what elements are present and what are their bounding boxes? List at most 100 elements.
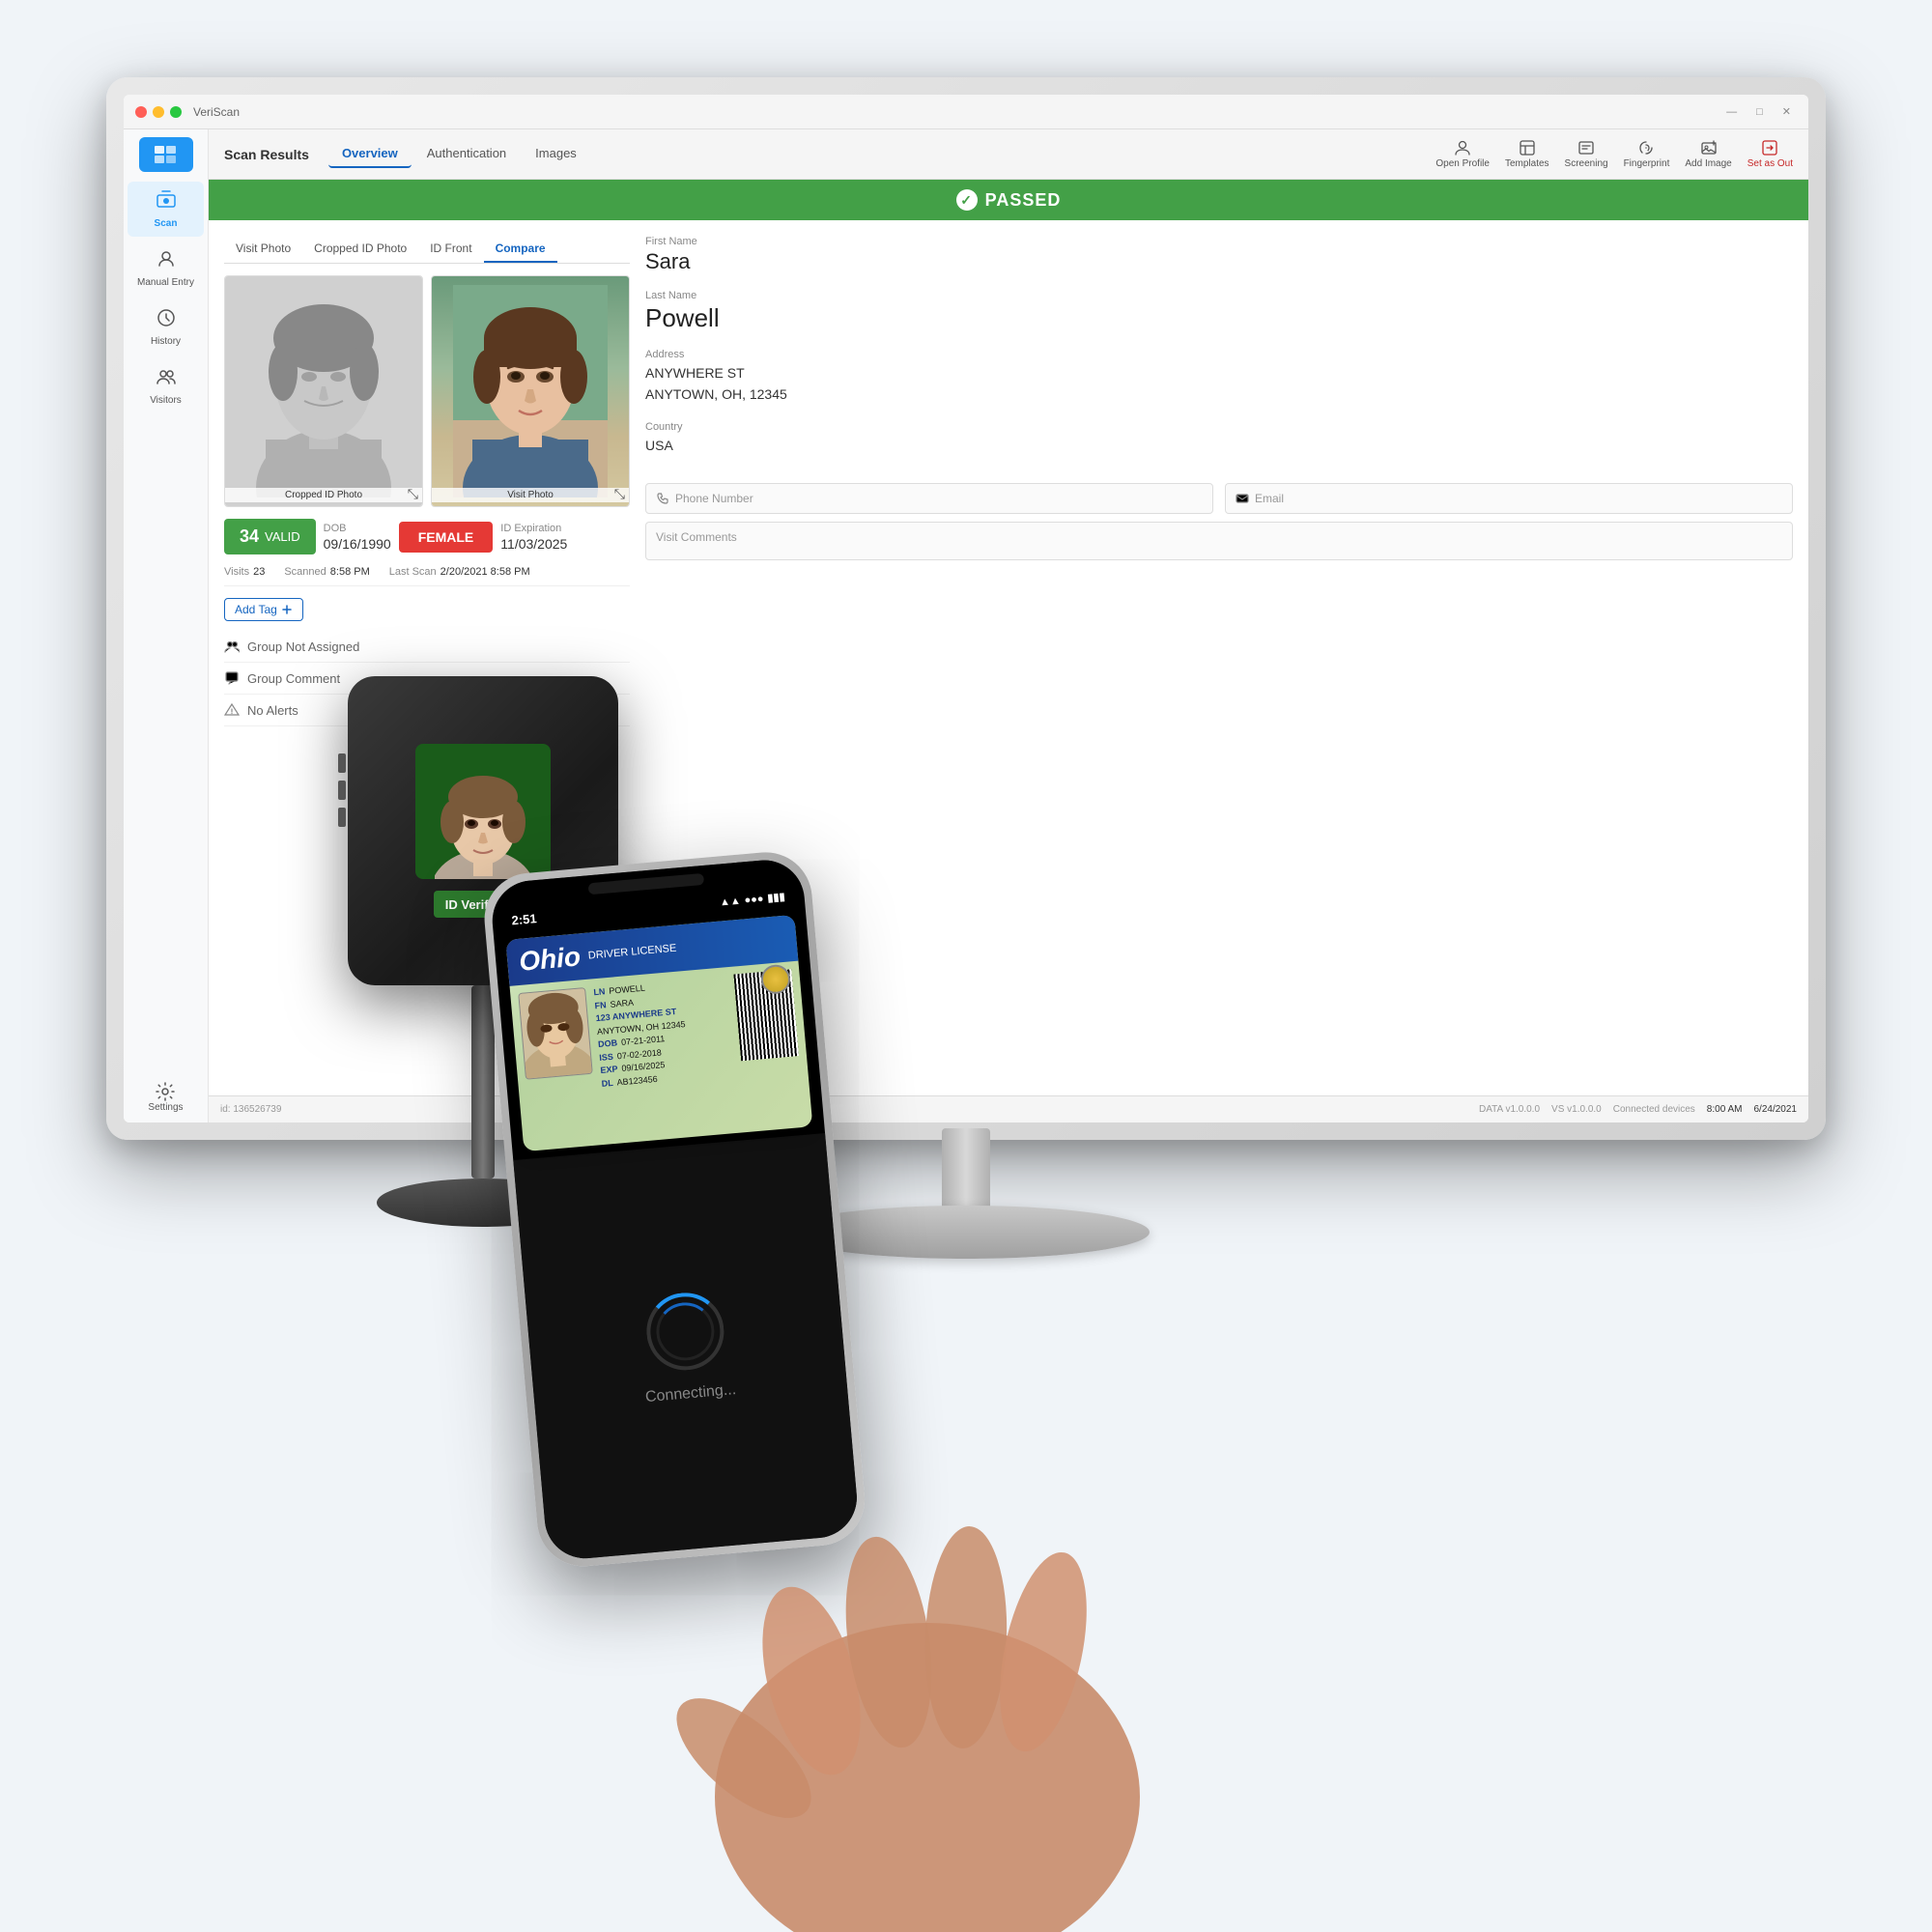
scanned-stat: Scanned 8:58 PM (284, 566, 369, 578)
photo-tab-visit[interactable]: Visit Photo (224, 236, 302, 263)
logo-icon (153, 144, 180, 165)
connecting-animation (643, 1290, 727, 1374)
add-image-label: Add Image (1685, 158, 1731, 169)
photo-tab-compare[interactable]: Compare (484, 236, 557, 263)
last-name-label: Last Name (645, 290, 1793, 301)
sidebar-logo (139, 137, 193, 172)
score-status: VALID (265, 529, 300, 544)
kiosk-stand-neck (471, 985, 495, 1179)
open-profile-action[interactable]: Open Profile (1435, 139, 1490, 169)
kiosk-face-svg (435, 768, 531, 879)
address-section: Address ANYWHERE ST ANYTOWN, OH, 12345 (645, 349, 1793, 406)
sidebar-item-scan[interactable]: Scan (128, 182, 204, 237)
sidebar-item-scan-label: Scan (155, 218, 178, 229)
sidebar-item-history-label: History (151, 336, 181, 347)
scanned-label: Scanned (284, 566, 326, 578)
tab-overview[interactable]: Overview (328, 140, 412, 168)
signal-icon: ●●● (744, 893, 764, 906)
history-icon (156, 307, 177, 334)
connected-devices: Connected devices (1613, 1104, 1695, 1115)
sidebar-item-manual-label: Manual Entry (137, 277, 194, 288)
passed-text: PASSED (985, 190, 1062, 211)
set-as-out-action[interactable]: Set as Out (1747, 139, 1793, 169)
expand-id-photo-icon[interactable]: ⤡ (408, 486, 418, 502)
sidebar-item-history[interactable]: History (128, 299, 204, 355)
maximize-ctrl[interactable]: □ (1750, 104, 1769, 120)
toolbar-actions: Open Profile Templates Screening (1435, 139, 1793, 169)
expiry-section: ID Expiration 11/03/2025 (500, 523, 567, 552)
set-as-out-label: Set as Out (1747, 158, 1793, 169)
visit-face-svg (453, 285, 608, 497)
sidebar-settings[interactable]: Settings (148, 1081, 183, 1113)
minimize-button[interactable] (153, 106, 164, 118)
manual-entry-icon (156, 248, 177, 275)
dl-photo (518, 987, 593, 1080)
add-tag-label: Add Tag (235, 603, 277, 616)
tab-images[interactable]: Images (522, 140, 590, 168)
country-section: Country USA (645, 421, 1793, 456)
close-ctrl[interactable]: ✕ (1776, 103, 1797, 120)
sidebar-item-manual-entry[interactable]: Manual Entry (128, 241, 204, 296)
dl-info: LNPOWELL FNSARA 123 ANYWHERE ST ANYTOWN,… (593, 975, 735, 1091)
open-profile-icon (1454, 139, 1471, 156)
visit-comments-placeholder: Visit Comments (656, 530, 737, 544)
first-name-value: Sara (645, 249, 1793, 274)
kiosk-btn-1 (338, 753, 346, 773)
phone-field[interactable]: Phone Number (645, 483, 1213, 514)
passed-check-icon: ✓ (956, 189, 978, 211)
minimize-ctrl[interactable]: — (1720, 104, 1743, 120)
photo-tab-cropped[interactable]: Cropped ID Photo (302, 236, 418, 263)
sidebar-item-visitors[interactable]: Visitors (128, 358, 204, 413)
phone-screen: 2:51 ▲▲ ●●● ▮▮▮ Ohio DRIVER LICENSE (489, 857, 860, 1562)
title-controls: — □ ✕ (1720, 103, 1797, 120)
monitor-stand-neck (942, 1128, 990, 1215)
visit-comments[interactable]: Visit Comments (645, 522, 1793, 560)
add-tag-icon (281, 604, 293, 615)
set-as-out-icon (1761, 139, 1778, 156)
expiry-label: ID Expiration (500, 523, 567, 534)
last-name-section: Last Name Powell (645, 290, 1793, 333)
dl-face-svg (519, 988, 591, 1079)
screening-action[interactable]: Screening (1565, 139, 1608, 169)
data-version: DATA v1.0.0.0 (1479, 1104, 1540, 1115)
address-line2: ANYTOWN, OH, 12345 (645, 384, 1793, 405)
kiosk-btn-3 (338, 808, 346, 827)
phone-icon (656, 492, 669, 505)
dl-number: AB123456 (616, 1072, 658, 1089)
photo-tab-id-front[interactable]: ID Front (418, 236, 483, 263)
templates-action[interactable]: Templates (1505, 139, 1549, 169)
wifi-icon: ▲▲ (719, 895, 741, 908)
email-field[interactable]: Email (1225, 483, 1793, 514)
tab-authentication[interactable]: Authentication (413, 140, 520, 168)
country-label: Country (645, 421, 1793, 433)
add-image-action[interactable]: Add Image (1685, 139, 1731, 169)
fingerprint-action[interactable]: Fingerprint (1624, 139, 1670, 169)
visitors-icon (156, 366, 177, 393)
group-icon (224, 639, 240, 654)
toolbar-tabs: Overview Authentication Images (328, 140, 590, 168)
last-scan-stat: Last Scan 2/20/2021 8:58 PM (389, 566, 530, 578)
country-value: USA (645, 435, 1793, 456)
close-button[interactable] (135, 106, 147, 118)
maximize-button[interactable] (170, 106, 182, 118)
add-tag-button[interactable]: Add Tag (224, 598, 303, 621)
phone-status-icons: ▲▲ ●●● ▮▮▮ (719, 890, 785, 910)
dob-label: DOB (324, 523, 391, 534)
last-scan-value: 2/20/2021 8:58 PM (440, 566, 530, 578)
visits-stat: Visits 23 (224, 566, 265, 578)
visits-label: Visits (224, 566, 249, 578)
group-row[interactable]: Group Not Assigned (224, 631, 630, 663)
phone-time: 2:51 (511, 911, 537, 927)
id-photo-box: Cropped ID Photo ⤡ (224, 275, 423, 507)
expand-visit-photo-icon[interactable]: ⤡ (614, 486, 625, 502)
add-image-icon (1700, 139, 1718, 156)
phone-connecting: Connecting... (513, 1133, 860, 1562)
footer-right: DATA v1.0.0.0 VS v1.0.0.0 Connected devi… (1479, 1104, 1797, 1115)
id-face-svg (246, 285, 401, 497)
stats-row: Visits 23 Scanned 8:58 PM Last Scan 2/20… (224, 566, 630, 586)
screening-label: Screening (1565, 158, 1608, 169)
dl-card: Ohio DRIVER LICENSE (505, 915, 812, 1151)
id-photo-face (225, 276, 422, 506)
vs-version: VS v1.0.0.0 (1551, 1104, 1602, 1115)
visits-value: 23 (253, 566, 265, 578)
